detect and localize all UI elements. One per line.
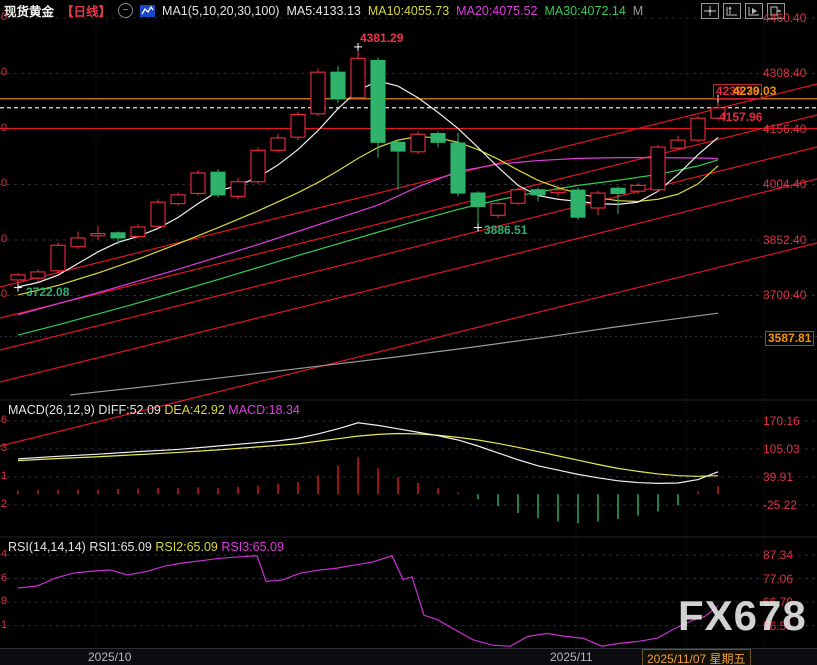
candle-body <box>691 118 705 140</box>
axis-zoom-icon[interactable] <box>723 3 741 19</box>
shift-chart-icon[interactable] <box>767 3 785 19</box>
candle-body <box>391 142 405 151</box>
candle-body <box>711 108 725 118</box>
candle-body <box>271 138 285 150</box>
candle-body <box>11 275 25 280</box>
candle-body <box>431 134 445 143</box>
candle-body <box>91 234 105 236</box>
candle-body <box>531 190 545 195</box>
candle-body <box>511 190 525 204</box>
ma-line-ma100 <box>70 313 718 395</box>
candle-body <box>31 272 45 278</box>
candle-body <box>571 190 585 217</box>
rsi-line <box>18 556 718 646</box>
candle-body <box>471 193 485 207</box>
collapse-pane-icon[interactable]: − <box>118 3 133 18</box>
candle-body <box>651 147 665 190</box>
candle-body <box>51 245 65 271</box>
candle-body <box>551 190 565 193</box>
candle-body <box>411 134 425 152</box>
trendline <box>0 115 817 318</box>
candle-body <box>291 115 305 138</box>
pan-icon[interactable] <box>701 3 719 19</box>
candle-body <box>611 188 625 193</box>
candle-body <box>151 202 165 226</box>
chart-type-icon[interactable] <box>140 5 155 17</box>
ma-line-ma10 <box>18 136 718 294</box>
candle-body <box>371 61 385 143</box>
candle-body <box>231 182 245 197</box>
candle-body <box>211 172 225 195</box>
candle-body <box>631 185 645 191</box>
chart-canvas[interactable] <box>0 0 817 665</box>
candle-body <box>131 227 145 236</box>
ma-line-ma30 <box>18 160 718 335</box>
candle-body <box>251 150 265 181</box>
trading-chart-app: 现货黄金 【日线】 − MA1(5,10,20,30,100) MA5:4133… <box>0 0 817 665</box>
candle-body <box>331 72 345 98</box>
candle-body <box>491 204 505 216</box>
candle-body <box>351 58 365 97</box>
candle-body <box>111 233 125 238</box>
trendline <box>0 147 817 350</box>
candle-body <box>671 140 685 148</box>
candle-body <box>451 143 465 193</box>
macd-dea-line <box>18 434 718 477</box>
trendline <box>0 179 817 382</box>
candle-body <box>311 72 325 114</box>
candle-body <box>71 238 85 247</box>
candle-body <box>591 193 605 208</box>
trendline <box>0 243 817 446</box>
candle-body <box>171 195 185 204</box>
macd-dif-line <box>18 423 718 484</box>
auto-scroll-icon[interactable] <box>745 3 763 19</box>
candle-body <box>191 173 205 193</box>
